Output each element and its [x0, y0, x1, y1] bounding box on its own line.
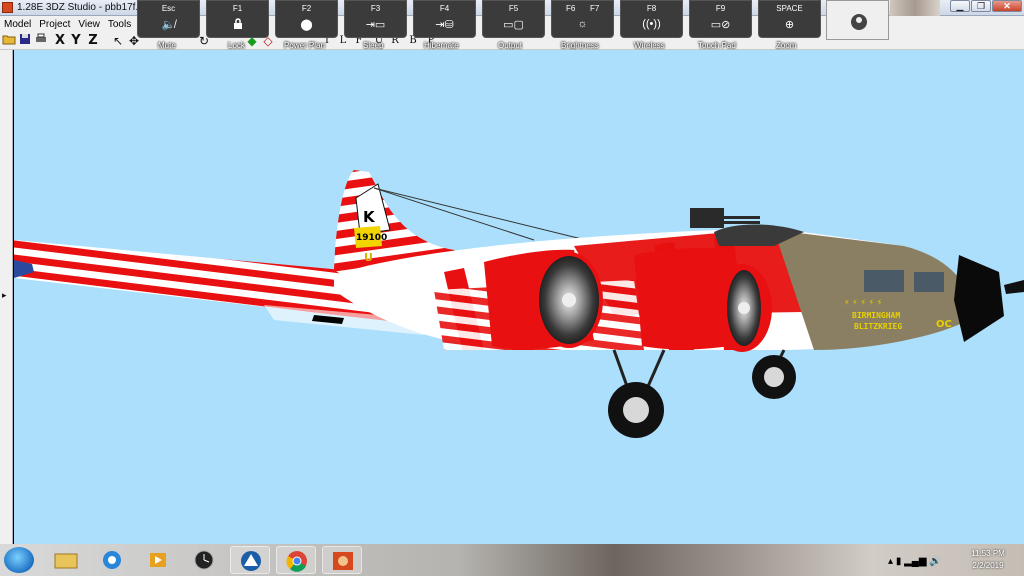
- fkey-label: SPACE: [776, 4, 803, 13]
- fkey-f6-f7[interactable]: F6 F7 ☼: [551, 0, 614, 38]
- chrome-taskbar-icon[interactable]: [276, 546, 316, 574]
- fkey-f9[interactable]: F9 ▭⊘: [689, 0, 752, 38]
- hibernate-icon: ⇥⛁: [435, 19, 454, 31]
- power-plan-icon: ⬤: [300, 19, 313, 31]
- fkey-caption-hibernate: Hibernate: [424, 41, 459, 50]
- blue-app-taskbar-icon[interactable]: [230, 546, 270, 574]
- engine-1: [484, 249, 603, 350]
- fkey-caption-mute: Mute: [158, 41, 176, 50]
- axis-y-button[interactable]: Y: [70, 33, 82, 49]
- fkey-caption-power-plan: Power Plan: [284, 41, 325, 50]
- speaker-mute-icon: 🔈̸: [161, 19, 176, 31]
- fkey-caption-sleep: Sleep: [363, 41, 384, 50]
- fkey-f2[interactable]: F2 ⬤: [275, 0, 338, 38]
- fkey-caption-wireless: Wireless: [634, 41, 665, 50]
- fkey-label-2: F7: [590, 4, 600, 13]
- show-hidden-icons-icon[interactable]: ▴: [888, 556, 893, 567]
- wireless-icon: ((•)): [642, 18, 661, 30]
- display-output-icon: ▭▢: [503, 19, 524, 31]
- battery-icon[interactable]: ▮: [896, 556, 902, 567]
- left-collapsed-panel: ▸: [0, 50, 13, 544]
- pointer-icon[interactable]: ↖: [112, 33, 124, 49]
- aircraft-render: K 19100 U BIRMINGHAM BLITZKRIEG OC ⚡ ⚡ ⚡…: [14, 170, 1024, 438]
- fkey-f5[interactable]: F5 ▭▢: [482, 0, 545, 38]
- expand-panel-arrow-icon[interactable]: ▸: [2, 290, 7, 301]
- fkey-label: F8: [646, 4, 657, 13]
- fkey-label: F1: [232, 4, 243, 13]
- clock-date: 2/2/2019: [972, 561, 1004, 570]
- open-folder-icon[interactable]: [2, 33, 16, 49]
- menu-view[interactable]: View: [78, 19, 100, 30]
- minimize-button[interactable]: ▁: [950, 0, 970, 12]
- tail-sub-letter: U: [364, 251, 373, 264]
- fkey-label: F6: [566, 4, 576, 13]
- menu-model[interactable]: Model: [4, 19, 31, 30]
- fkey-caption-output: Output: [498, 41, 523, 50]
- propeller-blade: [1004, 280, 1024, 294]
- taskbar: [0, 544, 1024, 576]
- fkey-f4[interactable]: F4 ⇥⛁: [413, 0, 476, 38]
- fkey-caption-brightness: Brightness: [561, 41, 599, 50]
- fkey-label: Esc: [161, 4, 176, 13]
- close-button[interactable]: ✕: [992, 0, 1022, 12]
- signal-icon[interactable]: ▂▄▆: [904, 556, 926, 567]
- clock-app-taskbar-icon[interactable]: [184, 546, 224, 574]
- fkey-label: F2: [301, 4, 312, 13]
- volume-icon[interactable]: 🔊: [929, 556, 941, 567]
- bomb-markings: ⚡ ⚡ ⚡ ⚡ ⚡: [844, 298, 882, 307]
- nose-name-line-1: BIRMINGHAM: [852, 311, 900, 320]
- fkey-caption-zoom: Zoom: [776, 41, 797, 50]
- user-account-tile[interactable]: [826, 0, 889, 40]
- nose-name-line-2: BLITZKRIEG: [854, 322, 902, 331]
- fkey-esc[interactable]: Esc 🔈̸: [137, 0, 200, 38]
- file-explorer-taskbar-icon[interactable]: [46, 546, 86, 574]
- fkey-f3[interactable]: F3 ⇥▭: [344, 0, 407, 38]
- media-player-taskbar-icon[interactable]: [138, 546, 178, 574]
- menu-project[interactable]: Project: [39, 19, 70, 30]
- axis-z-button[interactable]: Z: [87, 33, 99, 49]
- onscreen-function-keys: Esc 🔈̸ F1 F2 ⬤ F3 ⇥▭ F4 ⇥⛁ F5 ▭▢ F6 F7 ☼…: [137, 0, 891, 50]
- tail-number: 19100: [356, 233, 387, 243]
- clock-time: 11:53 PM: [971, 549, 1005, 558]
- restore-button[interactable]: ❐: [971, 0, 991, 12]
- save-icon[interactable]: [18, 33, 32, 49]
- user-icon: [851, 14, 867, 30]
- fkey-caption-lock: Lock: [228, 41, 245, 50]
- window-controls: ▁ ❐ ✕: [950, 0, 1022, 12]
- touchpad-icon: ▭⊘: [710, 19, 731, 31]
- lock-icon: [207, 18, 268, 33]
- menu-bar: Model Project View Tools: [0, 16, 140, 32]
- internet-explorer-taskbar-icon[interactable]: [92, 546, 132, 574]
- fkey-label: F3: [370, 4, 381, 13]
- desktop-background-strip: [890, 0, 940, 16]
- tail-letter: K: [363, 208, 376, 226]
- start-button[interactable]: [4, 547, 34, 573]
- fkey-caption-touch-pad: Touch Pad: [698, 41, 736, 50]
- zoom-icon: ⊕: [784, 19, 795, 31]
- fkey-f1[interactable]: F1: [206, 0, 269, 38]
- fkey-label: F4: [439, 4, 450, 13]
- fkey-label: F5: [508, 4, 519, 13]
- fkey-space[interactable]: SPACE ⊕: [758, 0, 821, 38]
- nose-code: OC: [936, 319, 952, 330]
- brightness-icon: ☼: [577, 18, 588, 30]
- 3d-viewport[interactable]: K 19100 U BIRMINGHAM BLITZKRIEG OC ⚡ ⚡ ⚡…: [14, 50, 1024, 544]
- axis-x-button[interactable]: X: [54, 33, 66, 49]
- fkey-label: F9: [715, 4, 726, 13]
- 3dz-studio-taskbar-icon[interactable]: [322, 546, 362, 574]
- landing-gear: [608, 349, 796, 438]
- system-clock[interactable]: 11:53 PM 2/2/2019: [958, 548, 1018, 572]
- sleep-icon: ⇥▭: [365, 19, 386, 31]
- menu-tools[interactable]: Tools: [108, 19, 131, 30]
- print-icon[interactable]: [34, 33, 48, 49]
- system-tray: ▴ ▮ ▂▄▆ 🔊: [888, 556, 942, 567]
- fkey-f8[interactable]: F8 ((•)): [620, 0, 683, 38]
- app-icon[interactable]: [2, 2, 13, 13]
